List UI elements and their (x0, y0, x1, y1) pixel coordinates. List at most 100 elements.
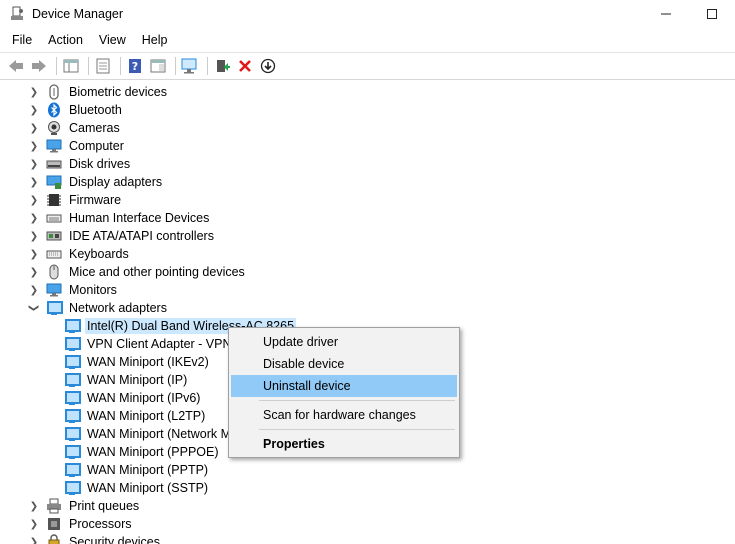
disable-device-icon (260, 58, 276, 74)
minimize-button[interactable] (643, 0, 689, 28)
show-hide-console-tree-icon (63, 59, 79, 73)
chevron-right-icon[interactable]: ❯ (28, 140, 40, 152)
chevron-right-icon[interactable]: ❯ (28, 212, 40, 224)
tree-item-ide-ata-atapi-controllers[interactable]: ❯ IDE ATA/ATAPI controllers (28, 227, 216, 245)
toolbar-separator (207, 57, 208, 75)
tree-item-label: Biometric devices (69, 85, 167, 99)
network-adapter-item[interactable]: WAN Miniport (PPTP) (64, 461, 210, 479)
chevron-right-icon[interactable]: ❯ (28, 122, 40, 134)
tree-item-label: Human Interface Devices (69, 211, 210, 225)
scan-hardware-icon (181, 58, 197, 74)
device-manager-app-icon (10, 6, 26, 22)
chevron-right-icon[interactable]: ❯ (28, 266, 40, 278)
tree-item-label: Keyboards (69, 247, 129, 261)
menu-action[interactable]: Action (40, 28, 91, 52)
tree-item-label: Disk drives (69, 157, 131, 171)
network-adapter-icon (64, 480, 81, 496)
chevron-right-icon[interactable]: ❯ (28, 194, 40, 206)
back-button[interactable] (6, 56, 26, 76)
network-adapter-item[interactable]: WAN Miniport (PPPOE) (64, 443, 221, 461)
tree-item-network-adapters[interactable]: ❯ Network adapters (28, 299, 169, 317)
menu-item-properties[interactable]: Properties (231, 433, 457, 455)
device-tree[interactable]: ❯ Biometric devices ❯ Bluetooth ❯ Camera… (0, 79, 735, 544)
title-bar: Device Manager (0, 0, 735, 28)
properties-button[interactable] (93, 56, 113, 76)
menu-view[interactable]: View (91, 28, 134, 52)
network-adapter-item[interactable]: WAN Miniport (SSTP) (64, 479, 210, 497)
menu-help[interactable]: Help (134, 28, 176, 52)
help-button[interactable]: ? (125, 56, 145, 76)
tree-item-cameras[interactable]: ❯ Cameras (28, 119, 122, 137)
network-adapter-item[interactable]: WAN Miniport (IP) (64, 371, 189, 389)
network-adapter-item[interactable]: WAN Miniport (Network M (64, 425, 233, 443)
tree-item-label: WAN Miniport (IP) (87, 373, 188, 387)
help-icon: ? (129, 59, 141, 73)
chevron-right-icon[interactable]: ❯ (28, 500, 40, 512)
disable-device-button[interactable] (258, 56, 278, 76)
chevron-right-icon[interactable]: ❯ (28, 518, 40, 530)
tree-item-label: Security devices (69, 535, 161, 544)
chevron-right-icon[interactable]: ❯ (28, 86, 40, 98)
show-view-icon (150, 59, 166, 73)
tree-item-label: Cameras (69, 121, 120, 135)
network-adapter-icon (64, 336, 81, 352)
tree-item-biometric-devices[interactable]: ❯ Biometric devices (28, 83, 169, 101)
menu-file[interactable]: File (4, 28, 40, 52)
network-adapter-icon (64, 372, 81, 388)
chevron-right-icon[interactable]: ❯ (28, 104, 40, 116)
tree-item-firmware[interactable]: ❯ Firmware (28, 191, 123, 209)
chevron-right-icon[interactable]: ❯ (28, 176, 40, 188)
tree-item-bluetooth[interactable]: ❯ Bluetooth (28, 101, 124, 119)
tree-item-label: Processors (69, 517, 132, 531)
forward-button[interactable] (29, 56, 49, 76)
tree-item-label: VPN Client Adapter - VPN (87, 337, 232, 351)
bluetooth-icon (46, 102, 62, 118)
tree-item-label: Monitors (69, 283, 117, 297)
tree-item-processors[interactable]: ❯ Processors (28, 515, 134, 533)
show-view-button[interactable] (148, 56, 168, 76)
tree-item-security-devices[interactable]: ❯ Security devices (28, 533, 162, 544)
menu-bar: File Action View Help (0, 28, 735, 52)
network-adapter-item[interactable]: WAN Miniport (IKEv2) (64, 353, 211, 371)
menu-item-disable-device[interactable]: Disable device (231, 353, 457, 375)
chevron-right-icon[interactable]: ❯ (28, 230, 40, 242)
tree-item-print-queues[interactable]: ❯ Print queues (28, 497, 141, 515)
scan-hardware-button[interactable] (180, 56, 200, 76)
chip-icon (46, 192, 62, 208)
network-adapter-item[interactable]: VPN Client Adapter - VPN (64, 335, 234, 353)
tree-item-human-interface-devices[interactable]: ❯ Human Interface Devices (28, 209, 211, 227)
network-adapter-icon (64, 408, 81, 424)
network-adapter-item[interactable]: WAN Miniport (L2TP) (64, 407, 207, 425)
chevron-right-icon[interactable]: ❯ (28, 158, 40, 170)
tree-item-disk-drives[interactable]: ❯ Disk drives (28, 155, 132, 173)
tree-item-label: Computer (69, 139, 124, 153)
tree-item-monitors[interactable]: ❯ Monitors (28, 281, 119, 299)
uninstall-button[interactable] (235, 56, 255, 76)
network-adapter-item[interactable]: WAN Miniport (IPv6) (64, 389, 202, 407)
tree-item-label: Mice and other pointing devices (69, 265, 245, 279)
tree-item-computer[interactable]: ❯ Computer (28, 137, 126, 155)
toolbar: ? (0, 52, 735, 79)
show-hide-console-tree-button[interactable] (61, 56, 81, 76)
fingerprint-icon (46, 84, 62, 100)
chevron-right-icon[interactable]: ❯ (28, 284, 40, 296)
chevron-down-icon[interactable]: ❯ (28, 302, 40, 314)
tree-item-label: Display adapters (69, 175, 163, 189)
disk-drive-icon (46, 156, 62, 172)
menu-item-update-driver[interactable]: Update driver (231, 331, 457, 353)
maximize-icon (707, 9, 717, 19)
tree-item-mice[interactable]: ❯ Mice and other pointing devices (28, 263, 247, 281)
tree-item-keyboards[interactable]: ❯ Keyboards (28, 245, 131, 263)
uninstall-icon (239, 60, 251, 72)
chevron-right-icon[interactable]: ❯ (28, 248, 40, 260)
tree-item-label: WAN Miniport (PPPOE) (87, 445, 219, 459)
chevron-right-icon[interactable]: ❯ (28, 536, 40, 544)
toolbar-separator (175, 57, 176, 75)
mouse-icon (46, 264, 62, 280)
tree-item-display-adapters[interactable]: ❯ Display adapters (28, 173, 164, 191)
monitor-icon (46, 138, 62, 154)
maximize-button[interactable] (689, 0, 735, 28)
menu-item-uninstall-device[interactable]: Uninstall device (231, 375, 457, 397)
menu-item-scan-hardware-changes[interactable]: Scan for hardware changes (231, 404, 457, 426)
update-driver-button[interactable] (212, 56, 232, 76)
